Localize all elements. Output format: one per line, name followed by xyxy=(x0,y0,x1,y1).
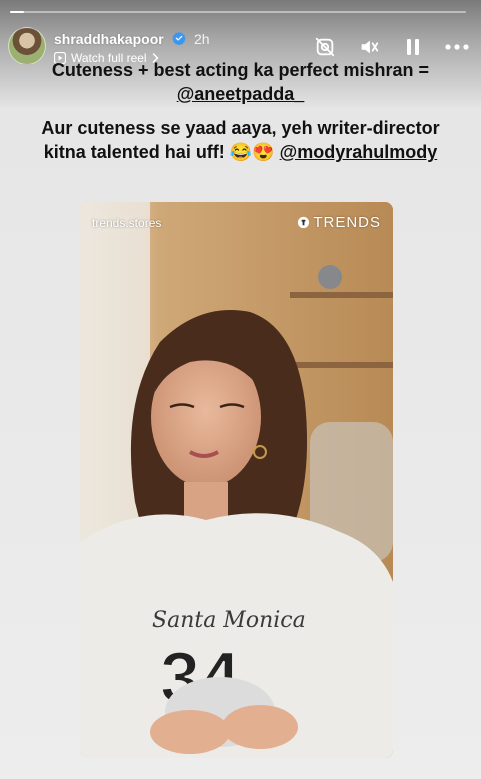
caption-line-1: Cuteness + best acting ka perfect mishra… xyxy=(30,58,451,106)
camera-off-icon xyxy=(315,37,335,57)
verified-badge-icon xyxy=(172,31,186,45)
mute-button[interactable] xyxy=(357,35,381,59)
video-watermark-brand-label: TRENDS xyxy=(313,214,381,231)
caption-text-1: Cuteness + best acting ka perfect mishra… xyxy=(51,60,430,80)
pause-icon xyxy=(407,39,419,55)
mention-aneetpadda[interactable]: @aneetpadda_ xyxy=(177,84,305,104)
speaker-muted-icon xyxy=(361,40,379,54)
camera-off-button[interactable] xyxy=(313,35,337,59)
video-watermark-brand: TRENDS xyxy=(297,214,381,231)
pause-button[interactable] xyxy=(401,35,425,59)
video-watermark-handle: trends.stores xyxy=(92,216,162,230)
shirt-print-text: Santa Monica xyxy=(152,608,306,633)
shared-reel-video[interactable]: Santa Monica 34 trends.stores TRENDS xyxy=(80,202,393,758)
caption-line-2: Aur cuteness se yaad aaya, yeh writer-di… xyxy=(30,116,451,164)
time-ago: 2h xyxy=(194,31,210,47)
story-controls xyxy=(313,35,469,59)
more-options-button[interactable] xyxy=(445,35,469,59)
video-frame: Santa Monica 34 xyxy=(80,202,393,758)
mention-modyrahulmody[interactable]: @modyrahulmody xyxy=(280,142,438,162)
username[interactable]: shraddhakapoor xyxy=(54,31,164,47)
more-options-icon xyxy=(445,44,469,50)
trends-logo-icon xyxy=(298,216,310,229)
